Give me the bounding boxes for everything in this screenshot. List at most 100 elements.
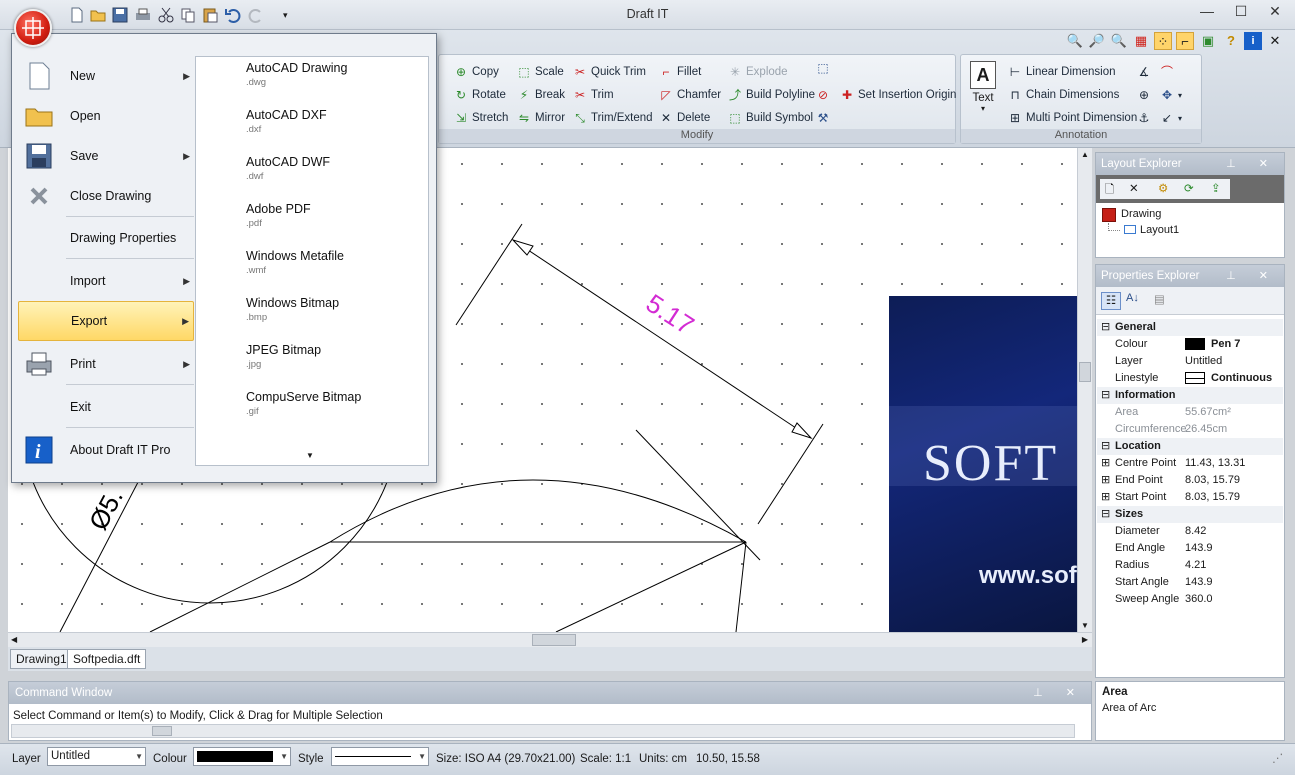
horizontal-scrollbar[interactable]: ◀ ▶	[8, 632, 1092, 647]
prop-circumference[interactable]: Circumference 26.45cm	[1097, 421, 1283, 438]
menu-print[interactable]: Print ▶	[18, 344, 194, 384]
vertical-scroll-thumb[interactable]	[1079, 362, 1091, 382]
break-button[interactable]: ⚡ Break	[516, 86, 565, 104]
mirror-button[interactable]: ⇋ Mirror	[516, 109, 565, 127]
rotate-button[interactable]: ↻ Rotate	[453, 86, 506, 104]
tab-softpedia[interactable]: Softpedia.dft	[67, 649, 147, 669]
prop-sweep-angle[interactable]: Sweep Angle 360.0	[1097, 591, 1283, 608]
scroll-down-icon[interactable]: ▼	[1081, 621, 1089, 630]
command-window-pin-close-icons[interactable]: ⊥ ✕	[1033, 682, 1085, 704]
arc-dimension-button[interactable]: ⌒	[1159, 63, 1175, 81]
menu-about[interactable]: i About Draft IT Pro	[18, 430, 194, 470]
properties-explorer-pin-close-icons[interactable]: ⊥ ✕	[1226, 265, 1278, 287]
build-polyline-button[interactable]: ⤴ Build Polyline	[727, 86, 815, 104]
export-gif[interactable]: CompuServe Bitmap .gif	[246, 386, 426, 432]
export-dwg[interactable]: AutoCAD Drawing .dwg	[246, 57, 426, 103]
categorized-view-icon[interactable]: ☷	[1101, 292, 1121, 310]
anchor-button[interactable]: ⚓	[1136, 109, 1152, 127]
property-pages-icon[interactable]: ▤	[1154, 292, 1165, 306]
paste-icon[interactable]	[201, 6, 219, 24]
info-icon[interactable]: i	[1244, 32, 1262, 50]
multi-point-dimension-button[interactable]: ⊞ Multi Point Dimension	[1007, 109, 1137, 127]
menu-drawing-properties[interactable]: Drawing Properties	[18, 218, 194, 258]
tree-child-layout1[interactable]: Layout1	[1140, 224, 1179, 236]
layout-explorer-pin-close-icons[interactable]: ⊥ ✕	[1226, 153, 1278, 175]
select-region-button[interactable]: ⬚	[815, 59, 831, 77]
export-wmf[interactable]: Windows Metafile .wmf	[246, 245, 426, 291]
application-button[interactable]	[14, 9, 52, 47]
submenu-scroll-down-icon[interactable]: ▼	[306, 451, 314, 460]
undo-icon[interactable]	[224, 6, 242, 24]
stretch-button[interactable]: ⇲ Stretch	[453, 109, 508, 127]
customize-quick-access-icon[interactable]: ▾	[283, 6, 301, 24]
prop-start-point[interactable]: ⊞ Start Point 8.03, 15.79	[1097, 489, 1283, 506]
prop-area[interactable]: Area 55.67cm²	[1097, 404, 1283, 421]
quick-trim-button[interactable]: ✂ Quick Trim	[572, 63, 646, 81]
sort-alphabetical-icon[interactable]: A↓	[1126, 292, 1139, 304]
no-entry-button[interactable]: ⊘	[815, 86, 831, 104]
horizontal-scroll-thumb[interactable]	[532, 634, 576, 646]
maximize-icon[interactable]: ☐	[1224, 0, 1258, 22]
prop-linestyle[interactable]: Linestyle Continuous	[1097, 370, 1283, 387]
category-information[interactable]: ⊟ Information	[1097, 387, 1283, 404]
prop-colour[interactable]: Colour Pen 7	[1097, 336, 1283, 353]
prop-diameter[interactable]: Diameter 8.42	[1097, 523, 1283, 540]
menu-close-drawing[interactable]: Close Drawing	[18, 176, 194, 216]
save-icon[interactable]	[111, 6, 129, 24]
export-dxf[interactable]: AutoCAD DXF .dxf	[246, 104, 426, 150]
prop-layer[interactable]: Layer Untitled	[1097, 353, 1283, 370]
copy-button[interactable]: ⊕ Copy	[453, 63, 499, 81]
tree-root-drawing[interactable]: Drawing	[1121, 208, 1161, 220]
layer-select[interactable]: Untitled ▼	[47, 747, 146, 766]
zoom-window-icon[interactable]: 🔍	[1066, 32, 1084, 50]
export-dwf[interactable]: AutoCAD DWF .dwf	[246, 151, 426, 197]
scale-button[interactable]: ⬚ Scale	[516, 63, 563, 81]
export-jpg[interactable]: JPEG Bitmap .jpg	[246, 339, 426, 385]
category-location[interactable]: ⊟ Location	[1097, 438, 1283, 455]
export-bmp[interactable]: Windows Bitmap .bmp	[246, 292, 426, 338]
chain-dimensions-button[interactable]: ⊓ Chain Dimensions	[1007, 86, 1119, 104]
colour-select[interactable]: ▼	[193, 747, 291, 766]
layout-export-icon[interactable]: ⇪	[1211, 181, 1221, 195]
chamfer-button[interactable]: ◸ Chamfer	[658, 86, 721, 104]
menu-import[interactable]: Import ▶	[18, 261, 194, 301]
scroll-right-icon[interactable]: ▶	[1082, 635, 1088, 644]
delete-button[interactable]: ✕ Delete	[658, 109, 710, 127]
scroll-up-icon[interactable]: ▲	[1081, 150, 1089, 159]
export-pdf[interactable]: Adobe PDF .pdf	[246, 198, 426, 244]
print-icon[interactable]	[134, 6, 152, 24]
scroll-left-icon[interactable]: ◀	[11, 635, 17, 644]
prop-radius[interactable]: Radius 4.21	[1097, 557, 1283, 574]
redo-icon[interactable]	[247, 6, 265, 24]
trim-button[interactable]: ✂ Trim	[572, 86, 614, 104]
snap-icon[interactable]: ⁘	[1154, 32, 1172, 50]
new-file-icon[interactable]	[68, 6, 86, 24]
properties-wand-button[interactable]: ⚒	[815, 109, 831, 127]
menu-save[interactable]: Save ▶	[18, 136, 194, 176]
command-scroll-thumb[interactable]	[152, 726, 172, 736]
centre-mark-button[interactable]: ⊕	[1136, 86, 1152, 104]
tab-drawing1[interactable]: Drawing1	[10, 649, 73, 669]
ortho-icon[interactable]: ⌐	[1176, 32, 1194, 50]
category-sizes[interactable]: ⊟ Sizes	[1097, 506, 1283, 523]
explode-button[interactable]: ✳ Explode	[727, 63, 788, 81]
menu-new[interactable]: New ▶	[18, 56, 194, 96]
open-folder-icon[interactable]	[89, 6, 107, 24]
build-symbol-button[interactable]: ⬚ Build Symbol	[727, 109, 813, 127]
trim-extend-button[interactable]: ⤡ Trim/Extend	[572, 109, 652, 127]
command-scrollbar[interactable]	[11, 724, 1075, 738]
layout-refresh-icon[interactable]: ⟳	[1184, 181, 1194, 195]
fillet-button[interactable]: ⌐ Fillet	[658, 63, 701, 81]
menu-open[interactable]: Open	[18, 96, 194, 136]
layout-settings-icon[interactable]: ⚙	[1158, 181, 1168, 195]
vertical-scrollbar[interactable]: ▲ ▼	[1077, 148, 1092, 632]
style-select[interactable]: ▼	[331, 747, 429, 766]
copy-icon[interactable]	[179, 6, 197, 24]
ordinate-dimension-button[interactable]: ✥ ▾	[1159, 86, 1182, 104]
prop-end-point[interactable]: ⊞ End Point 8.03, 15.79	[1097, 472, 1283, 489]
resize-grip-icon[interactable]: ⋰	[1272, 749, 1284, 769]
layers-icon[interactable]: ▣	[1199, 32, 1217, 50]
grid-icon[interactable]: ▦	[1132, 32, 1150, 50]
cut-icon[interactable]	[157, 6, 175, 24]
zoom-extents-icon[interactable]: 🔍	[1110, 32, 1128, 50]
